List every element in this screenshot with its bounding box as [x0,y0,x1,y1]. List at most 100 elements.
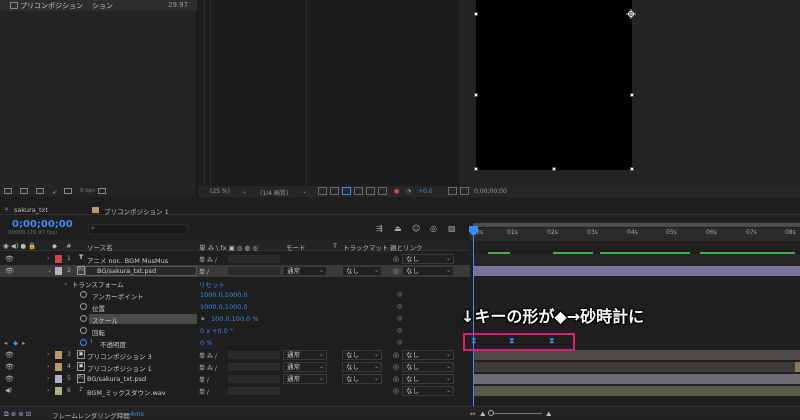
expression-pickwhip-icon[interactable]: ◎ [397,303,402,310]
resolution-select[interactable]: (1/4 画質) [260,188,288,197]
layer-row[interactable]: 👁 › 5 Ps BG/sakura_txt.psd 単 / 通常 ⌄ なし ⌄ ◎… [0,373,470,385]
parent-select[interactable]: なし ⌄ [402,374,454,384]
zoom-in-icon[interactable]: ⛰ [546,410,551,419]
toggle-mode-icon[interactable]: ↔ [470,410,475,418]
layer-switches[interactable]: 単 ⁂ / [199,351,217,360]
layer-bar-text[interactable] [473,254,800,264]
add-keyframe-icon[interactable]: ◆ [13,339,18,347]
graph-editor-icon[interactable]: ▨ [448,224,456,233]
stopwatch-icon[interactable] [80,303,87,310]
layer-switches[interactable]: 単 ⁂ / [199,363,217,372]
tab-precomp-1[interactable]: プリコンポジション 1 [104,206,169,216]
visibility-eye-icon[interactable]: 👁 [5,363,14,371]
layer-row[interactable]: 👁 › 4 ▣ プリコンポジション 1 単 ⁂ / 通常 ⌄ なし ⌄ ◎ なし ⌄ [0,361,470,373]
switch-boxes[interactable] [228,375,280,383]
viewer-timecode[interactable]: 0;00;00;00 [474,188,507,195]
parent-select[interactable]: なし ⌄ [402,362,454,372]
parent-select[interactable]: なし ⌄ [402,386,454,396]
expand-chevron-icon[interactable]: › [47,375,49,382]
expression-pickwhip-icon[interactable]: ◎ [397,339,402,346]
trash-icon[interactable] [98,188,106,194]
scale-value[interactable]: 100.0,100.0 % [211,315,259,323]
expression-pickwhip-icon[interactable]: ◎ [397,315,402,322]
expand-chevron-icon[interactable]: › [47,255,49,262]
pickwhip-icon[interactable]: ◎ [393,363,399,371]
column-source-name[interactable]: ソース名 [87,242,113,252]
audio-speaker-icon[interactable]: ◀) [5,387,12,394]
stopwatch-icon[interactable] [80,291,87,298]
property-row-rotation[interactable]: 回転 0 x +0.0 ° ◎ [0,325,470,337]
layer-name[interactable]: アニメ nor.. BGM MusMus [87,255,168,265]
bpc-indicator[interactable]: 8 bpc [80,188,95,194]
layer-name[interactable]: プリコンポジション 1 [87,363,152,373]
stopwatch-icon[interactable] [80,315,87,322]
label-color-chip[interactable] [55,351,62,359]
layer-bar-audio[interactable] [473,386,800,396]
work-area-bar[interactable] [473,223,800,227]
zoom-slider[interactable] [492,413,542,414]
motion-blur-icon[interactable]: ◎ [430,224,437,233]
expression-pickwhip-icon[interactable]: ◎ [397,291,402,298]
prev-keyframe-icon[interactable]: ◂ [4,339,7,347]
comp-mini-flowchart-icon[interactable]: ⇶ [376,224,383,233]
track-matte-select[interactable]: なし ⌄ [342,266,382,276]
bounding-handle[interactable] [474,93,478,97]
bounding-handle[interactable] [474,12,478,16]
visibility-eye-icon[interactable]: 👁 [5,351,14,359]
graph-icon[interactable]: ⌇ [90,339,93,345]
color-icon[interactable]: ● [394,188,399,195]
next-keyframe-icon[interactable]: ▸ [22,339,25,347]
transform-label[interactable]: トランスフォーム [72,279,124,289]
close-icon[interactable]: ✕ [4,206,9,213]
track-matte-select[interactable]: なし ⌄ [342,362,382,372]
switch-boxes[interactable] [228,363,280,371]
property-row-position[interactable]: 位置 1000.0,1000.0 ◎ [0,301,470,313]
folder-icon[interactable] [4,188,12,194]
layer-bar-bg[interactable] [473,266,800,276]
draft-3d-icon[interactable]: ⏏ [394,224,402,233]
layer-bar-precomp1[interactable] [473,362,795,372]
pickwhip-icon[interactable]: ◎ [393,375,399,383]
tab-sakura-txt[interactable]: sakura_txt [14,206,48,214]
anchor-value[interactable]: 1000.0,1000.0 [200,291,248,299]
layer-switches[interactable]: 単 / [199,387,209,396]
new-comp-icon[interactable] [36,188,44,194]
switch-boxes[interactable] [228,387,280,395]
shy-icon[interactable]: ☺ [412,224,420,233]
mode-select[interactable]: 通常 ⌄ [283,266,327,276]
bounding-handle[interactable] [630,93,634,97]
time-ruler[interactable]: 0s 01s 02s 03s 04s 05s 06s 07s 08s [470,228,800,241]
zoom-slider-thumb[interactable] [488,410,494,416]
property-row-anchor[interactable]: アンカーポイント 1000.0,1000.0 ◎ [0,289,470,301]
visibility-eye-icon[interactable]: 👁 [5,255,14,263]
stopwatch-active-icon[interactable] [80,339,87,346]
opacity-value[interactable]: 0 % [200,339,212,347]
rotation-value[interactable]: 0 x +0.0 ° [200,327,233,335]
expand-chevron-down-icon[interactable]: ⌄ [63,279,68,287]
toggle-switches-icon[interactable]: ⧉ ⊕ ⊛ ⊟ [4,410,31,419]
pickwhip-icon[interactable]: ◎ [393,255,399,263]
parent-select[interactable]: なし ⌄ [402,254,454,264]
parent-select[interactable]: なし ⌄ [402,350,454,360]
switch-boxes[interactable] [228,351,280,359]
composition-canvas[interactable] [476,0,632,170]
transparency-icon[interactable] [366,187,375,195]
region-icon[interactable] [354,187,363,195]
pin-icon[interactable]: ➶ [52,188,60,196]
current-time-display[interactable]: 0;00;00;00 [12,219,73,230]
stopwatch-icon[interactable] [80,327,87,334]
layer-bar-bg2[interactable] [473,374,800,384]
new-folder-icon[interactable] [20,188,28,194]
pickwhip-icon[interactable]: ◎ [393,351,399,359]
bounding-handle[interactable] [630,167,634,171]
layer-row[interactable]: 👁 › 1 T アニメ nor.. BGM MusMus 単 ⁂ / ◎ なし ⌄ [0,253,470,265]
position-value[interactable]: 1000.0,1000.0 [200,303,248,311]
bounding-handle[interactable] [552,167,556,171]
layer-name[interactable]: プリコンポジション 3 [87,351,152,361]
expand-chevron-icon[interactable]: › [47,363,49,370]
constrain-proportions-icon[interactable]: ⚭ [200,315,205,323]
pickwhip-icon[interactable]: ◎ [393,267,399,275]
expand-chevron-down-icon[interactable]: ⌄ [47,267,52,274]
label-color-chip[interactable] [55,255,62,263]
anchor-point-icon[interactable] [626,9,636,19]
